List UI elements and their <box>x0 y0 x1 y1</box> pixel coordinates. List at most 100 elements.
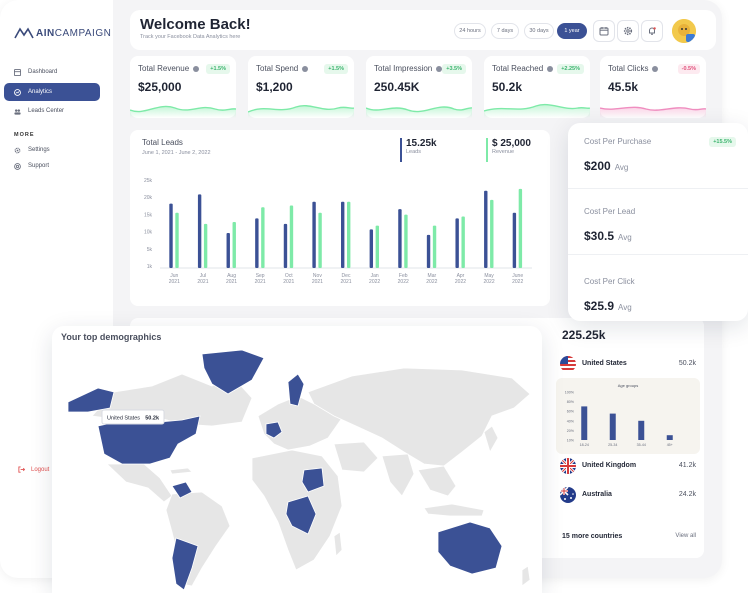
logout-button[interactable]: Logout <box>18 466 49 473</box>
bar-revenue[interactable] <box>203 223 208 268</box>
country-value: 50.2k <box>678 360 696 367</box>
world-map[interactable]: United States 50.2k <box>52 346 542 593</box>
bar-leads[interactable] <box>226 233 230 268</box>
age-group-bar[interactable] <box>666 435 673 440</box>
dashboard-icon <box>14 68 21 76</box>
leads-icon <box>14 108 21 115</box>
age-y-tick-label: 40% <box>567 419 575 423</box>
bar-revenue[interactable] <box>175 212 179 268</box>
sidebar-item-analytics[interactable]: Analytics <box>4 83 100 101</box>
page-subtitle: Track your Facebook Data Analytics here <box>140 34 241 40</box>
x-tick-label: 2021 <box>340 279 351 285</box>
bar-revenue[interactable] <box>347 201 351 268</box>
x-tick-label: 2022 <box>512 279 523 285</box>
view-all-link[interactable]: View all <box>675 533 696 539</box>
map-region-australia <box>437 521 503 575</box>
sidebar-item-label: Support <box>28 163 50 169</box>
bar-revenue[interactable] <box>375 225 380 268</box>
y-tick-label: 25k <box>144 178 153 184</box>
x-tick-label: 2021 <box>312 279 323 285</box>
map-region-mexico <box>105 463 173 503</box>
more-countries-label: 15 more countries <box>562 533 623 540</box>
stat-card-total-spend[interactable]: Total Spend +1.5% $1,200 <box>248 56 354 118</box>
calendar-button[interactable] <box>593 20 615 42</box>
revenue-summary-value: $ 25,000 <box>492 138 531 149</box>
cost-per-lead-card[interactable]: Cost Per Lead $30.5 Avg <box>568 193 748 255</box>
bar-revenue[interactable] <box>518 188 523 268</box>
bar-leads[interactable] <box>455 218 459 268</box>
bar-revenue[interactable] <box>232 222 236 268</box>
top-header: Welcome Back! Track your Facebook Data A… <box>130 10 716 50</box>
logout-label: Logout <box>31 466 50 473</box>
stat-change-badge: +3.5% <box>442 64 466 74</box>
bar-leads[interactable] <box>197 194 202 268</box>
stat-value: 250.45K <box>374 80 420 94</box>
brand-name-rest: CAMPAIGN <box>54 27 112 39</box>
stat-label: Total Spend <box>256 64 299 73</box>
bar-revenue[interactable] <box>261 207 265 268</box>
avatar-illustration <box>672 19 696 43</box>
x-tick-label: 2021 <box>255 279 266 285</box>
user-avatar[interactable] <box>672 19 696 43</box>
bar-revenue[interactable] <box>404 214 408 268</box>
age-group-bar[interactable] <box>638 420 645 440</box>
age-group-bar[interactable] <box>609 413 616 440</box>
y-tick-label: 1k <box>147 264 153 270</box>
bar-leads[interactable] <box>312 201 316 268</box>
notifications-button[interactable] <box>641 20 663 42</box>
sidebar-item-label: Analytics <box>28 89 53 95</box>
cost-per-purchase-card[interactable]: Cost Per Purchase +15.5% $200 Avg <box>568 123 748 189</box>
stat-change-badge: +1.5% <box>206 64 230 74</box>
bar-revenue[interactable] <box>432 225 437 268</box>
bar-leads[interactable] <box>426 234 431 268</box>
stat-value: 45.5k <box>608 80 639 94</box>
age-x-tick-label: 35-44 <box>637 443 646 447</box>
age-x-tick-label: 25-34 <box>608 443 617 447</box>
logo-mark-icon <box>14 27 34 39</box>
sidebar-item-dashboard[interactable]: Dashboard <box>4 63 100 81</box>
bar-revenue[interactable] <box>461 216 465 268</box>
sparkline-chart <box>484 103 590 118</box>
age-y-tick-label: 20% <box>567 429 575 433</box>
sparkline-chart <box>248 105 354 118</box>
range-24-hours[interactable]: 24 hours <box>454 23 486 39</box>
range-1-year[interactable]: 1 year <box>557 23 587 39</box>
bar-leads[interactable] <box>484 190 488 268</box>
leads-bar-chart: 25k20k15k10k5k1kJun2021Jul2021Aug2021Sep… <box>144 178 532 285</box>
sidebar-item-label: Leads Center <box>28 108 65 114</box>
stat-card-total-revenue[interactable]: Total Revenue +1.5% $25,000 <box>130 56 236 118</box>
map-region-japan <box>483 425 499 454</box>
country-name: Australia <box>582 491 612 498</box>
analytics-icon <box>14 88 21 96</box>
age-group-bar[interactable] <box>581 406 588 440</box>
bar-leads[interactable] <box>169 203 173 268</box>
bar-leads[interactable] <box>255 218 259 268</box>
settings-button[interactable] <box>617 20 639 42</box>
sidebar-item-leads-center[interactable]: Leads Center <box>4 102 100 120</box>
sidebar-item-label: Settings <box>28 147 50 153</box>
bar-leads[interactable] <box>512 212 517 268</box>
bar-leads[interactable] <box>398 209 402 268</box>
brand-logo[interactable]: AINCAMPAIGN <box>14 27 111 39</box>
x-tick-label: 2022 <box>455 279 466 285</box>
range-7-days[interactable]: 7 days <box>491 23 519 39</box>
stat-card-total-impression[interactable]: Total Impression +3.5% 250.45K <box>366 56 472 118</box>
sidebar-item-support[interactable]: Support <box>4 157 100 175</box>
bar-revenue[interactable] <box>490 199 494 268</box>
stat-card-total-reached[interactable]: Total Reached +2.25% 50.2k <box>484 56 590 118</box>
age-y-tick-label: 10% <box>567 439 575 443</box>
bar-leads[interactable] <box>369 229 374 268</box>
stat-card-total-clicks[interactable]: Total Clicks -0.5% 45.5k <box>600 56 706 118</box>
bar-leads[interactable] <box>283 223 288 268</box>
age-groups-bar-chart: Age groups 100% 80% 60% 40% 20% 10% 18-24 25-34 3… <box>565 383 673 447</box>
range-30-days[interactable]: 30 days <box>524 23 554 39</box>
x-tick-label: 2021 <box>169 279 180 285</box>
x-tick-label: 2021 <box>197 279 208 285</box>
bar-leads[interactable] <box>341 201 345 268</box>
bar-revenue[interactable] <box>289 205 294 268</box>
logout-icon <box>18 466 25 473</box>
cost-per-click-card[interactable]: Cost Per Click $25.9 Avg <box>568 263 748 321</box>
map-tooltip: United States 50.2k <box>101 409 165 425</box>
revenue-summary-label: Revenue <box>492 149 515 155</box>
bar-revenue[interactable] <box>318 212 322 268</box>
